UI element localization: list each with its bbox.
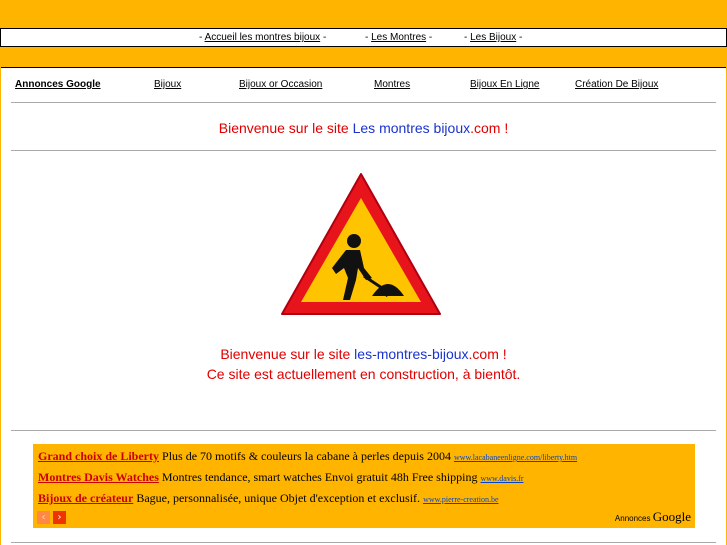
google-ads-box: Grand choix de Liberty Plus de 70 motifs… [33, 444, 695, 528]
ads-prev-button[interactable]: ‹ [37, 511, 50, 524]
ad-link-bijoux-or-occasion[interactable]: Bijoux or Occasion [239, 79, 322, 90]
divider [11, 150, 716, 151]
construction-message: Bienvenue sur le site les-montres-bijoux… [1, 344, 726, 384]
google-ads-brand[interactable]: Annonces Google [615, 509, 691, 525]
nav-item-montres: - Les Montres - [365, 32, 433, 43]
ad-link-bijoux[interactable]: Bijoux [154, 79, 181, 90]
ad-title-link[interactable]: Montres Davis Watches [38, 470, 159, 484]
welcome-heading: Bienvenue sur le site Les montres bijoux… [218, 120, 509, 136]
google-logo: Google [652, 509, 691, 524]
nav-item-home: - Accueil les montres bijoux - [199, 32, 327, 43]
google-ads-label[interactable]: Annonces Google [15, 79, 101, 90]
ad-item: Grand choix de Liberty Plus de 70 motifs… [38, 449, 578, 463]
message-line-2: Ce site est actuellement en construction… [206, 366, 521, 382]
nav-item-bijoux: - Les Bijoux - [464, 32, 523, 43]
nav-link-home[interactable]: Accueil les montres bijoux [205, 32, 321, 43]
divider [11, 430, 716, 431]
divider [11, 542, 716, 543]
ad-url-link[interactable]: www.lacabaneenligne.com/liberty.htm [454, 453, 577, 462]
ad-url-link[interactable]: www.davis.fr [480, 474, 523, 483]
google-ad-links-bar: Annonces Google Bijoux Bijoux or Occasio… [1, 68, 726, 98]
ad-link-bijoux-en-ligne[interactable]: Bijoux En Ligne [470, 79, 540, 90]
ad-link-creation-de-bijoux[interactable]: Création De Bijoux [575, 79, 658, 90]
divider [11, 102, 716, 103]
ad-title-link[interactable]: Grand choix de Liberty [38, 449, 159, 463]
nav-link-montres[interactable]: Les Montres [371, 32, 426, 43]
ad-link-montres[interactable]: Montres [374, 79, 410, 90]
ad-item: Bijoux de créateur Bague, personnalisée,… [38, 491, 499, 505]
nav-link-bijoux[interactable]: Les Bijoux [470, 32, 516, 43]
road-works-sign-icon [281, 173, 441, 315]
ad-url-link[interactable]: www.pierre-creation.be [423, 495, 498, 504]
ad-item: Montres Davis Watches Montres tendance, … [38, 470, 524, 484]
ad-title-link[interactable]: Bijoux de créateur [38, 491, 133, 505]
message-line-1: Bienvenue sur le site les-montres-bijoux… [220, 346, 507, 362]
ads-next-button[interactable]: › [53, 511, 66, 524]
top-navigation-bar: - Accueil les montres bijoux - - Les Mon… [0, 28, 727, 47]
main-content: Annonces Google Bijoux Bijoux or Occasio… [1, 67, 726, 545]
